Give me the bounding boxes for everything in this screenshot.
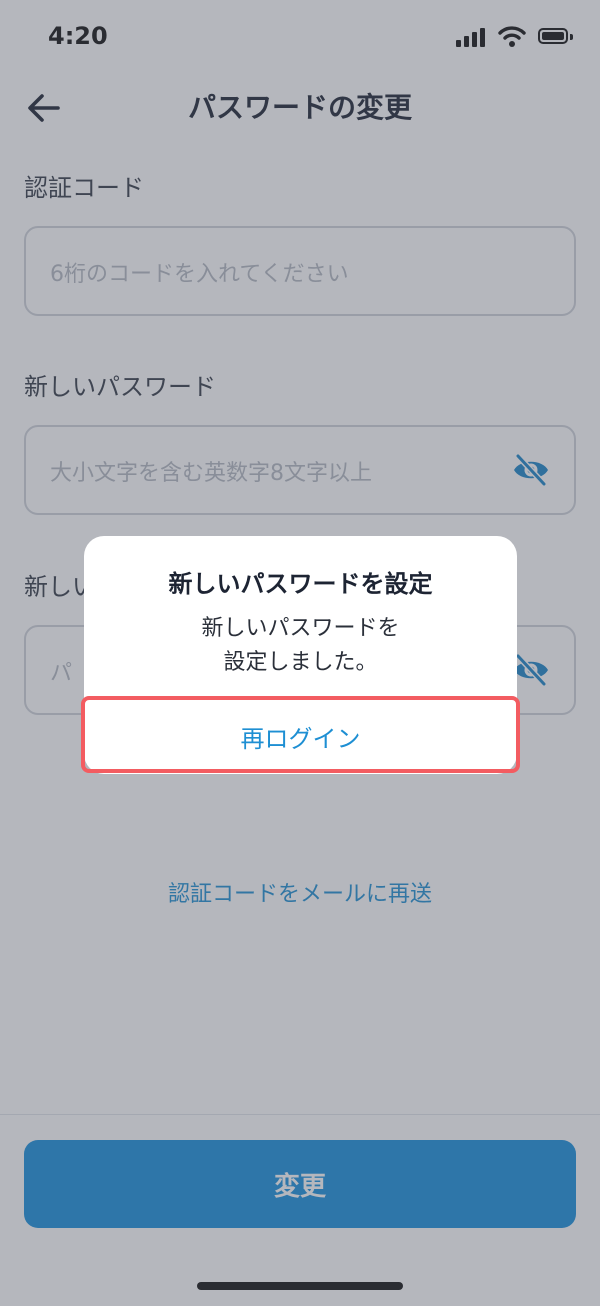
dialog-title: 新しいパスワードを設定	[168, 570, 433, 598]
relogin-button[interactable]: 再ログイン	[84, 699, 517, 774]
password-change-screen: 4:20 パスワードの変更 認証コード 6桁のコードを入れてください 新しいパス…	[0, 0, 600, 1306]
dialog-message: 新しいパスワードを 設定しました。	[201, 616, 400, 675]
success-dialog: 新しいパスワードを設定 新しいパスワードを 設定しました。 再ログイン	[84, 536, 517, 774]
